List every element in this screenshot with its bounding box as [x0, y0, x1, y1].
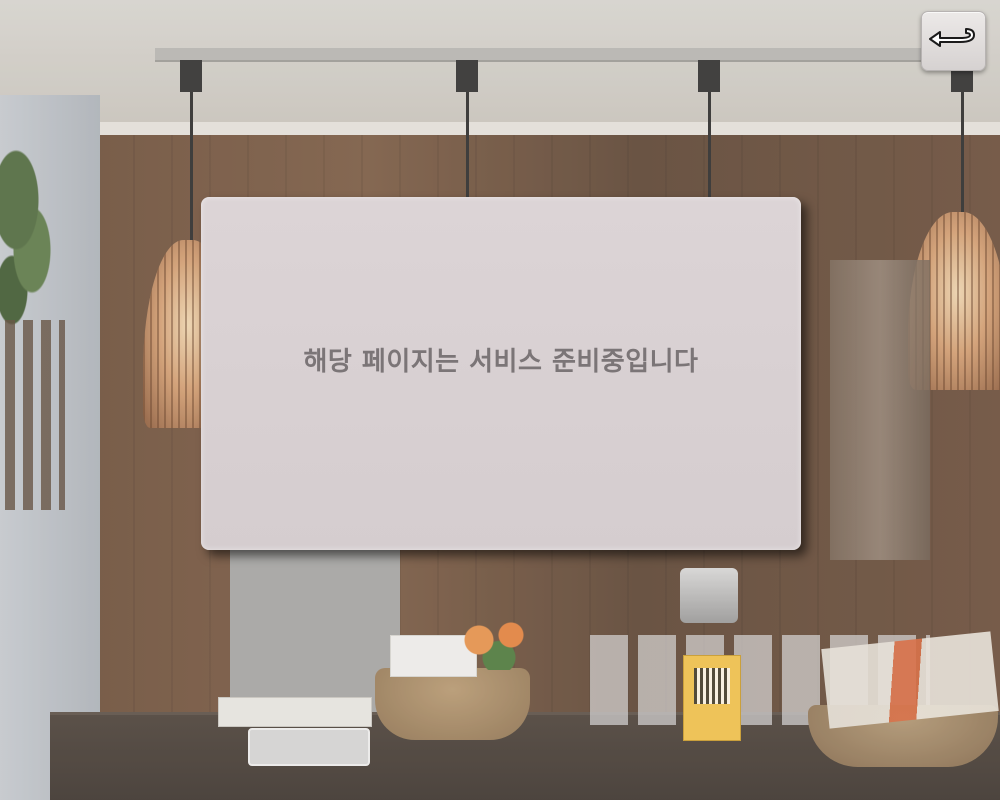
notice-message: 해당 페이지는 서비스 준비중입니다	[303, 347, 699, 377]
return-arrow-icon	[926, 23, 982, 59]
app-screen: 해당 페이지는 서비스 준비중입니다	[0, 0, 1000, 800]
notice-card: 해당 페이지는 서비스 준비중입니다	[201, 197, 801, 550]
back-button[interactable]	[921, 11, 986, 71]
